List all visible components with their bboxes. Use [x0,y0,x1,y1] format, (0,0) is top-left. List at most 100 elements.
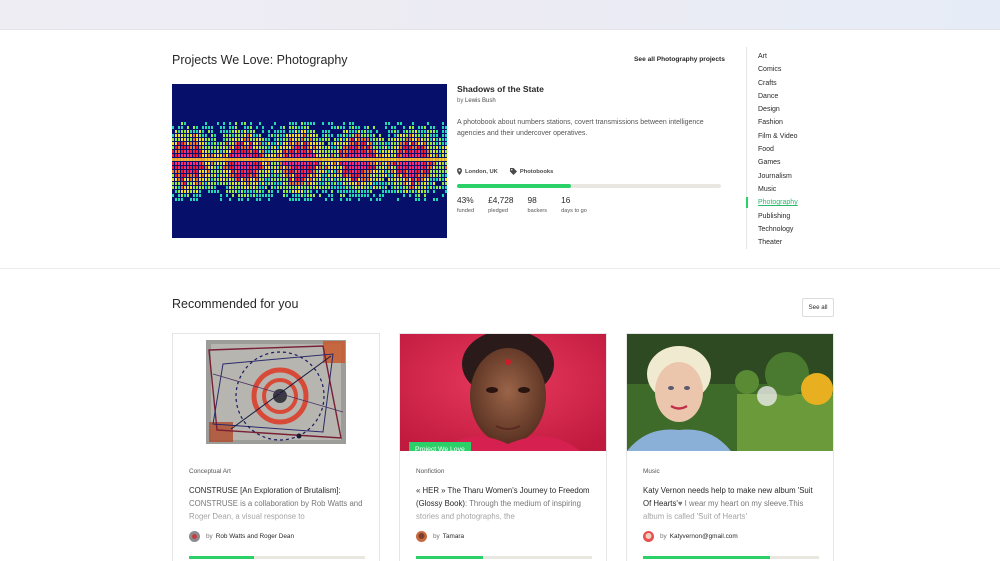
spectrogram-cell [370,134,372,137]
spectrogram-cell [238,174,240,177]
spectrogram-cell [172,134,174,137]
project-card-image[interactable] [173,334,379,451]
location-link[interactable]: London, UK [457,168,498,175]
category-item-music[interactable]: Music [746,183,798,196]
spectrogram-cell [214,182,216,185]
spectrogram-cell [406,182,408,185]
spectrogram-cell [253,190,255,193]
spectrogram-cell [436,170,438,173]
spectrogram-cell [352,182,354,185]
spectrogram-cell [388,130,390,133]
spectrogram-cell [415,178,417,181]
spectrogram-cell [313,186,315,189]
spectrogram-cell [205,182,207,185]
spectrogram-cell [358,194,360,197]
spectrogram-cell [418,182,420,185]
spectrogram-cell [274,146,276,149]
project-card-category[interactable]: Nonfiction [416,468,444,475]
category-item-publishing[interactable]: Publishing [746,210,798,223]
spectrogram-cell [184,134,186,137]
category-item-dance[interactable]: Dance [746,90,798,103]
spectrogram-cell [217,146,219,149]
category-item-art[interactable]: Art [746,50,798,63]
featured-project-title[interactable]: Shadows of the State [457,84,544,94]
spectrogram-cell [409,190,411,193]
spectrogram-cell [436,146,438,149]
spectrogram-cell [349,166,351,169]
spectrogram-cell [358,150,360,153]
project-card-progress-fill [416,556,483,559]
spectrogram-cell [289,146,291,149]
spectrogram-cell [331,170,333,173]
spectrogram-cell [259,194,261,197]
project-card-text[interactable]: « HER » The Tharu Women's Journey to Fre… [416,484,594,526]
category-item-fashion[interactable]: Fashion [746,116,798,129]
category-item-photography[interactable]: Photography [746,196,798,209]
spectrogram-cell [304,154,306,157]
creator-name[interactable]: Tamara [443,533,464,540]
spectrogram-center-line [172,158,447,161]
author-name[interactable]: Lewis Bush [465,98,496,104]
recommended-see-all-button[interactable]: See all [802,298,834,317]
featured-project-author[interactable]: by Lewis Bush [457,98,496,104]
spectrogram-cell [241,162,243,165]
category-item-technology[interactable]: Technology [746,223,798,236]
spectrogram-cell [346,190,348,193]
category-item-theater[interactable]: Theater [746,236,798,249]
spectrogram-cell [331,162,333,165]
tag-icon [509,168,517,175]
spectrogram-cell [295,150,297,153]
spectrogram-cell [424,190,426,193]
creator-name[interactable]: Katyvernon@gmail.com [670,533,738,540]
see-all-photography-link[interactable]: See all Photography projects [634,56,725,63]
spectrogram-cell [403,138,405,141]
spectrogram-cell [358,170,360,173]
spectrogram-cell [250,126,252,129]
spectrogram-cell [202,174,204,177]
spectrogram-cell [196,174,198,177]
spectrogram-cell [265,142,267,145]
project-card[interactable]: Project We Love Nonfiction « HER » The T… [399,333,607,561]
featured-project-image[interactable] [172,84,447,238]
spectrogram-cell [241,142,243,145]
spectrogram-cell [430,182,432,185]
spectrogram-cell [382,162,384,165]
spectrogram-cell [199,190,201,193]
category-item-film-video[interactable]: Film & Video [746,130,798,143]
project-card-text[interactable]: Katy Vernon needs help to make new album… [643,484,821,526]
project-card-image[interactable] [627,334,833,451]
category-item-design[interactable]: Design [746,103,798,116]
creator-name[interactable]: Rob Watts and Roger Dean [216,533,294,540]
spectrogram-cell [223,174,225,177]
project-card-category[interactable]: Music [643,468,660,475]
project-card-image[interactable]: Project We Love [400,334,606,451]
spectrogram-cell [301,170,303,173]
project-card[interactable]: Music Katy Vernon needs help to make new… [626,333,834,561]
category-item-crafts[interactable]: Crafts [746,77,798,90]
category-item-journalism[interactable]: Journalism [746,170,798,183]
category-item-comics[interactable]: Comics [746,63,798,76]
spectrogram-cell [412,178,414,181]
creator-avatar [189,531,200,542]
spectrogram-cell [421,190,423,193]
project-card-text[interactable]: CONSTRUSE [An Exploration of Brutalism]:… [189,484,367,526]
spectrogram-cell [268,146,270,149]
spectrogram-cell [307,190,309,193]
spectrogram-cell [397,186,399,189]
spectrogram-cell [292,154,294,157]
spectrogram-cell [196,182,198,185]
spectrogram-cell [235,170,237,173]
category-link[interactable]: Photobooks [509,168,553,175]
project-card-category[interactable]: Conceptual Art [189,468,231,475]
spectrogram-cell [307,142,309,145]
spectrogram-cell [436,150,438,153]
spectrogram-cell [175,170,177,173]
category-item-games[interactable]: Games [746,156,798,169]
project-card-title[interactable]: CONSTRUSE [An Exploration of Brutalism]: [189,486,341,495]
category-item-food[interactable]: Food [746,143,798,156]
spectrogram-cell [409,138,411,141]
project-card[interactable]: Conceptual Art CONSTRUSE [An Exploration… [172,333,380,561]
spectrogram-cell [286,166,288,169]
spectrogram-cell [361,138,363,141]
spectrogram-cell [286,154,288,157]
